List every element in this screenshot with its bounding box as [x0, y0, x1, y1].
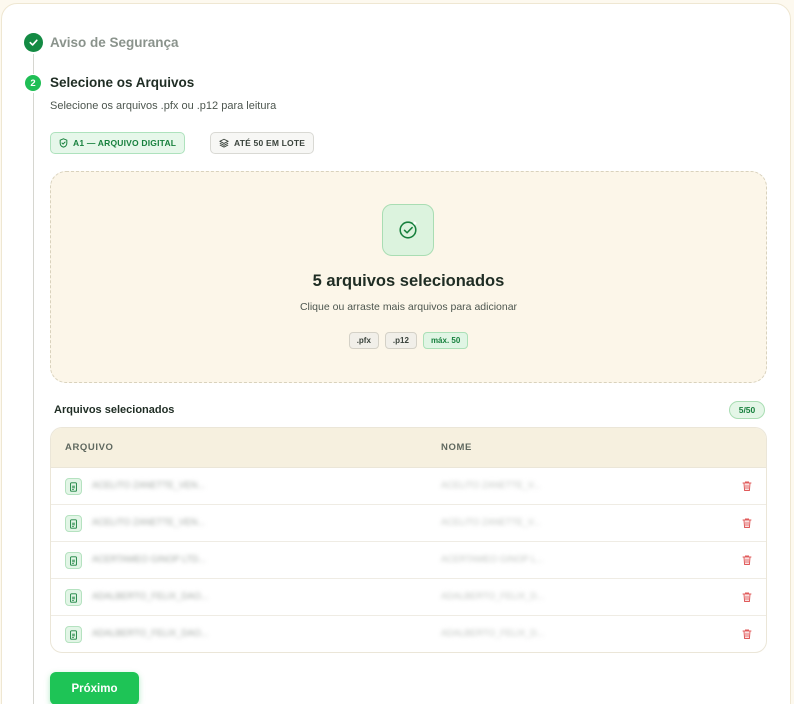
file-dropzone[interactable]: 5 arquivos selecionados Clique ou arrast… — [50, 171, 767, 383]
wizard-card: Aviso de Segurança 2 Selecione os Arquiv… — [1, 3, 791, 704]
step-connector — [33, 54, 34, 74]
chip-batch-label: ATÉ 50 EM LOTE — [234, 138, 306, 148]
trash-icon[interactable] — [741, 480, 753, 492]
chip-a1-label: A1 — ARQUIVO DIGITAL — [73, 138, 177, 148]
row-holder-name: ADALBERTO_FELIX_D... — [441, 591, 545, 601]
step2-title: Selecione os Arquivos — [50, 75, 195, 90]
dropzone-title: 5 arquivos selecionados — [312, 272, 505, 290]
file-icon — [65, 478, 82, 495]
dropzone-subtitle: Clique ou arraste mais arquivos para adi… — [299, 301, 518, 313]
table-row: ACERTAMEO GINOP LTD... ACERTAMEO GINOP L… — [51, 542, 766, 579]
trash-icon[interactable] — [741, 554, 753, 566]
tag-p12: .p12 — [384, 332, 417, 349]
row-file-name: ACERTAMEO GINOP LTD... — [92, 554, 206, 564]
file-icon — [65, 626, 82, 643]
chip-batch-limit: ATÉ 50 EM LOTE — [210, 132, 315, 154]
row-file-name: ADALBERTO_FELIX_DAO... — [92, 628, 209, 638]
row-holder-name: ADALBERTO_FELIX_D... — [441, 628, 545, 638]
step-connector-active — [33, 93, 34, 704]
trash-icon[interactable] — [741, 517, 753, 529]
row-holder-name: ACELITO ZANETTE_V... — [441, 517, 541, 527]
shield-check-icon — [59, 138, 68, 148]
file-count-badge: 5/50 — [729, 401, 765, 419]
trash-icon[interactable] — [741, 628, 753, 640]
step-complete-check-icon — [24, 33, 43, 52]
table-header: ARQUIVO NOME — [51, 428, 766, 468]
chip-a1-certificate: A1 — ARQUIVO DIGITAL — [50, 132, 186, 154]
trash-icon[interactable] — [741, 591, 753, 603]
table-row: ADALBERTO_FELIX_DAO... ADALBERTO_FELIX_D… — [51, 616, 766, 652]
dropzone-tags: .pfx .p12 máx. 50 — [51, 332, 766, 349]
file-icon — [65, 552, 82, 569]
table-row: ACELITO ZANETTE_VEN... ACELITO ZANETTE_V… — [51, 505, 766, 542]
step1-label[interactable]: Aviso de Segurança — [50, 35, 179, 50]
row-file-name: ACELITO ZANETTE_VEN... — [92, 517, 205, 527]
row-holder-name: ACELITO ZANETTE_V... — [441, 480, 541, 490]
layers-icon — [219, 138, 229, 148]
table-row: ACELITO ZANETTE_VEN... ACELITO ZANETTE_V… — [51, 468, 766, 505]
next-button[interactable]: Próximo — [50, 672, 139, 704]
table-row: ADALBERTO_FELIX_DAO... ADALBERTO_FELIX_D… — [51, 579, 766, 616]
tag-pfx: .pfx — [348, 332, 379, 349]
file-table: ARQUIVO NOME ACELITO ZANETTE_VEN... ACEL… — [50, 427, 767, 653]
row-holder-name: ACERTAMEO GINOP L... — [441, 554, 544, 564]
row-file-name: ACELITO ZANETTE_VEN... — [92, 480, 205, 490]
step2-subtitle: Selecione os arquivos .pfx ou .p12 para … — [50, 100, 277, 112]
file-icon — [65, 515, 82, 532]
file-icon — [65, 589, 82, 606]
column-header-file: ARQUIVO — [65, 442, 114, 453]
column-header-name: NOME — [441, 442, 472, 453]
tag-max: máx. 50 — [422, 332, 469, 349]
step2-number-badge: 2 — [25, 75, 41, 91]
file-list-title: Arquivos selecionados — [54, 404, 175, 416]
row-file-name: ADALBERTO_FELIX_DAO... — [92, 591, 209, 601]
dropzone-check-icon — [382, 204, 434, 256]
